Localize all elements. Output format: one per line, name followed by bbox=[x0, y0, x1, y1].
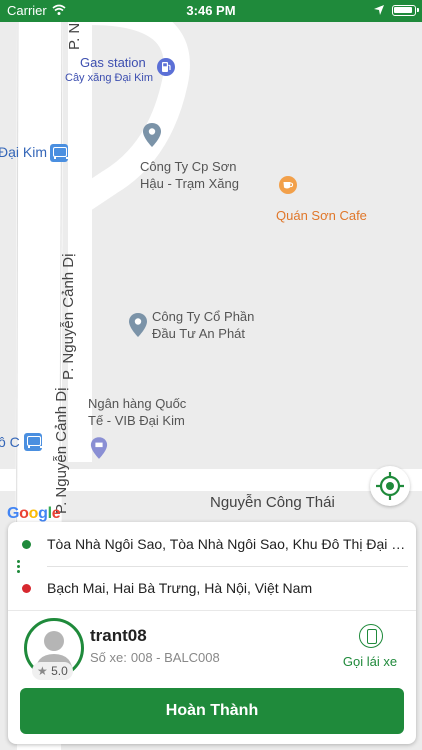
call-driver-button[interactable]: Gọi lái xe bbox=[338, 624, 402, 674]
vehicle-plate: Số xe: 008 - BALC008 bbox=[90, 650, 220, 665]
battery-icon bbox=[392, 5, 419, 16]
o-c-label: ô C bbox=[0, 434, 20, 450]
vib-label-line1: Ngân hàng Quốc bbox=[88, 396, 187, 411]
divider bbox=[8, 610, 416, 611]
place-pin-icon bbox=[129, 313, 147, 337]
an-phat-label-line2: Đầu Tư An Phát bbox=[152, 326, 246, 341]
dropoff-row: Bạch Mai, Hai Bà Trưng, Hà Nội, Việt Nam bbox=[8, 566, 416, 610]
gas-station-sublabel: Cây xăng Đại Kim bbox=[65, 72, 154, 84]
son-hau-label-line2: Hậu - Trạm Xăng bbox=[140, 176, 239, 191]
phone-icon bbox=[359, 624, 383, 648]
pickup-address: Tòa Nhà Ngôi Sao, Tòa Nhà Ngôi Sao, Khu … bbox=[47, 536, 408, 552]
google-logo: Google bbox=[7, 505, 61, 522]
bus-stop-icon bbox=[24, 433, 42, 451]
status-bar: Carrier 3:46 PM bbox=[0, 0, 422, 22]
gas-station-label: Gas station bbox=[80, 55, 146, 70]
my-location-button[interactable] bbox=[370, 466, 410, 506]
pickup-dot-icon bbox=[22, 540, 31, 549]
route-connector bbox=[17, 558, 20, 578]
crosshair-icon bbox=[376, 472, 404, 500]
street-label-nguyen-canh-di-left: P. Nguyễn Cảnh Dị bbox=[53, 387, 70, 514]
call-driver-label: Gọi lái xe bbox=[342, 654, 398, 669]
pickup-row: Tòa Nhà Ngôi Sao, Tòa Nhà Ngôi Sao, Khu … bbox=[8, 522, 416, 567]
son-hau-label-line1: Công Ty Cp Sơn bbox=[140, 159, 237, 174]
dropoff-address: Bạch Mai, Hai Bà Trưng, Hà Nội, Việt Nam bbox=[47, 580, 313, 596]
rating-value: 5.0 bbox=[51, 664, 68, 678]
trip-panel: Tòa Nhà Ngôi Sao, Tòa Nhà Ngôi Sao, Khu … bbox=[8, 522, 416, 744]
an-phat-label-line1: Công Ty Cổ Phần bbox=[152, 309, 255, 324]
street-label-top: P. Ng bbox=[66, 22, 83, 50]
clock: 3:46 PM bbox=[186, 3, 236, 18]
vib-label-line2: Tế - VIB Đại Kim bbox=[88, 413, 185, 428]
street-label-nguyen-canh-di-right: P. Nguyễn Cảnh Dị bbox=[60, 253, 77, 380]
gas-station-icon bbox=[157, 58, 175, 76]
driver-rating: ★ 5.0 bbox=[32, 662, 73, 680]
cafe-label: Quán Sơn Cafe bbox=[276, 208, 367, 223]
driver-name: trant08 bbox=[90, 626, 147, 645]
location-arrow-icon bbox=[374, 5, 384, 15]
dropoff-dot-icon bbox=[22, 584, 31, 593]
plate-value: 008 - BALC008 bbox=[130, 650, 220, 665]
star-icon: ★ bbox=[37, 664, 48, 678]
street-label-nguyen-cong-thai: Nguyễn Công Thái bbox=[210, 494, 335, 511]
finish-button[interactable]: Hoàn Thành bbox=[20, 688, 404, 734]
plate-label: Số xe: bbox=[90, 650, 127, 665]
dai-kim-label: Đại Kim bbox=[0, 144, 48, 160]
bus-stop-icon bbox=[50, 144, 68, 162]
cafe-icon bbox=[279, 176, 297, 194]
bank-pin-icon bbox=[90, 437, 108, 459]
place-pin-icon bbox=[143, 123, 161, 147]
